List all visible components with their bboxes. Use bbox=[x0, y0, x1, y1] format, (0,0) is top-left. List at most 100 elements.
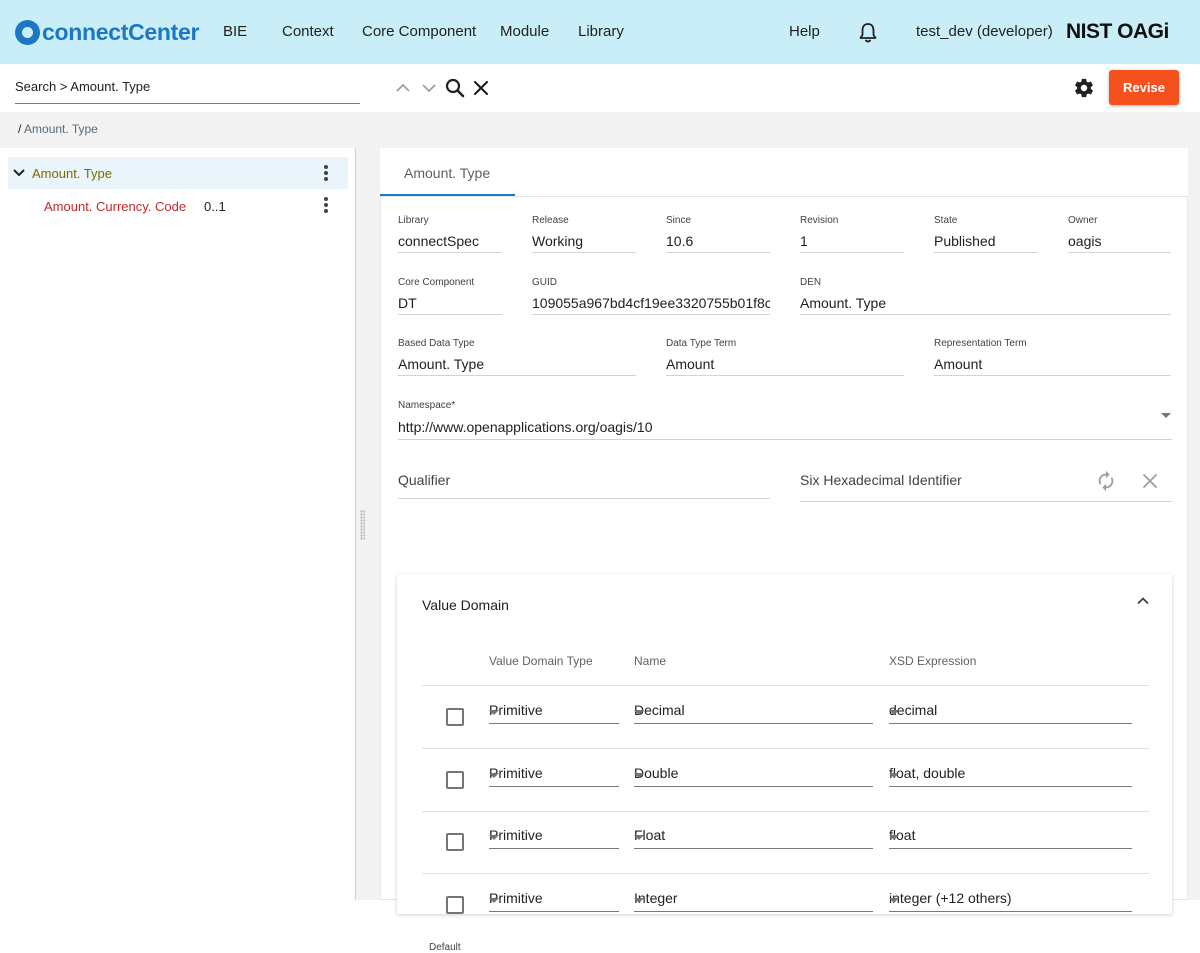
representation-term-field[interactable]: Representation Term Amount bbox=[934, 338, 1171, 376]
row-checkbox[interactable] bbox=[446, 833, 464, 851]
tab-amount-type[interactable]: Amount. Type bbox=[380, 148, 515, 196]
dropdown-arrow-icon bbox=[889, 710, 899, 715]
den-field[interactable]: DEN Amount. Type bbox=[800, 277, 1171, 315]
library-value: connectSpec bbox=[398, 233, 479, 249]
chevron-up-icon[interactable] bbox=[1135, 593, 1151, 609]
refresh-icon[interactable] bbox=[1095, 470, 1117, 492]
breadcrumb-separator: / bbox=[18, 122, 22, 136]
value-domain-panel: Value Domain Value Domain Type Name XSD … bbox=[397, 574, 1172, 953]
breadcrumb-current[interactable]: Amount. Type bbox=[24, 122, 98, 136]
core-component-label: Core Component bbox=[398, 277, 475, 288]
core-component-field[interactable]: Core Component DT bbox=[398, 277, 502, 315]
column-header-name[interactable]: Name bbox=[634, 654, 666, 668]
tree-node-root[interactable]: Amount. Type bbox=[8, 157, 348, 189]
namespace-value: http://www.openapplications.org/oagis/10 bbox=[398, 419, 653, 435]
name-select[interactable]: Decimal bbox=[634, 702, 873, 724]
tree-node-child-label: Amount. Currency. Code bbox=[44, 199, 187, 214]
more-vert-icon[interactable] bbox=[324, 165, 328, 181]
search-icon[interactable] bbox=[444, 77, 466, 99]
gear-icon[interactable] bbox=[1073, 77, 1095, 99]
value-domain-type-select[interactable]: Primitive bbox=[489, 765, 619, 787]
dropdown-arrow-icon bbox=[889, 773, 899, 778]
breadcrumb: / Amount. Type bbox=[0, 112, 1200, 148]
value-domain-type-select[interactable]: Primitive bbox=[489, 827, 619, 849]
namespace-label: Namespace* bbox=[398, 400, 456, 411]
nav-item-help[interactable]: Help bbox=[789, 23, 820, 40]
xsd-expression-select[interactable]: float, double bbox=[889, 765, 1132, 787]
clear-icon[interactable] bbox=[1140, 471, 1160, 491]
nav-item-library[interactable]: Library bbox=[578, 23, 624, 40]
close-icon[interactable] bbox=[470, 77, 492, 99]
release-value: Working bbox=[532, 233, 584, 249]
top-nav: connectCenter BIE Context Core Component… bbox=[0, 0, 1200, 64]
row-checkbox[interactable] bbox=[446, 896, 464, 914]
since-field[interactable]: Since 10.6 bbox=[666, 215, 770, 253]
data-type-term-value: Amount bbox=[666, 356, 715, 372]
library-field[interactable]: Library connectSpec bbox=[398, 215, 502, 253]
bell-icon[interactable] bbox=[858, 22, 878, 44]
expand-chevron-icon[interactable] bbox=[12, 166, 26, 180]
core-component-value: DT bbox=[398, 295, 417, 311]
dropdown-arrow-icon bbox=[634, 835, 644, 840]
based-data-type-field[interactable]: Based Data Type Amount. Type bbox=[398, 338, 636, 376]
since-label: Since bbox=[666, 215, 692, 226]
nav-item-context[interactable]: Context bbox=[282, 23, 334, 40]
nav-item-module[interactable]: Module bbox=[500, 23, 549, 40]
release-field[interactable]: Release Working bbox=[532, 215, 636, 253]
den-label: DEN bbox=[800, 277, 822, 288]
qualifier-input[interactable]: Qualifier bbox=[398, 465, 770, 499]
owner-field[interactable]: Owner oagis bbox=[1068, 215, 1171, 253]
xsd-expression-select[interactable]: float bbox=[889, 827, 1132, 849]
revise-button[interactable]: Revise bbox=[1109, 70, 1179, 105]
state-field[interactable]: State Published bbox=[934, 215, 1038, 253]
more-vert-icon[interactable] bbox=[324, 197, 328, 213]
tree-node-child[interactable]: Amount. Currency. Code 0..1 bbox=[8, 190, 348, 222]
owner-value: oagis bbox=[1068, 233, 1102, 249]
revision-value: 1 bbox=[800, 233, 808, 249]
dropdown-arrow-icon bbox=[489, 835, 499, 840]
dropdown-arrow-icon bbox=[889, 835, 899, 840]
six-hex-identifier-input[interactable]: Six Hexadecimal Identifier bbox=[800, 465, 1172, 502]
namespace-select[interactable]: Namespace* http://www.openapplications.o… bbox=[398, 400, 1172, 440]
guid-field[interactable]: GUID 109055a967bd4cf19ee3320755b01f8c bbox=[532, 277, 770, 315]
brand-name: connectCenter bbox=[42, 19, 200, 45]
nav-item-core-component[interactable]: Core Component bbox=[362, 23, 476, 40]
row-checkbox[interactable] bbox=[446, 708, 464, 726]
value-domain-type-select[interactable]: Primitive bbox=[489, 702, 619, 724]
release-label: Release bbox=[532, 215, 569, 226]
xsd-expression-select[interactable]: integer (+12 others) bbox=[889, 890, 1132, 912]
representation-term-label: Representation Term bbox=[934, 338, 1027, 349]
column-header-xsd[interactable]: XSD Expression bbox=[889, 654, 976, 668]
name-select[interactable]: Double bbox=[634, 765, 873, 787]
component-tree: Amount. Type Amount. Currency. Code 0..1 bbox=[0, 148, 356, 900]
chevron-down-icon[interactable] bbox=[418, 77, 440, 99]
tab-label: Amount. Type bbox=[404, 165, 491, 181]
column-header-type[interactable]: Value Domain Type bbox=[489, 654, 593, 668]
revision-field[interactable]: Revision 1 bbox=[800, 215, 904, 253]
search-input[interactable]: Search > Amount. Type bbox=[15, 78, 360, 104]
brand-logo[interactable]: connectCenter bbox=[15, 19, 199, 46]
data-type-term-field[interactable]: Data Type Term Amount bbox=[666, 338, 904, 376]
value-domain-type-select[interactable]: Primitive bbox=[489, 890, 619, 912]
data-type-term-label: Data Type Term bbox=[666, 338, 737, 349]
dropdown-arrow-icon bbox=[634, 710, 644, 715]
name-select[interactable]: Integer bbox=[634, 890, 873, 912]
dropdown-arrow-icon[interactable] bbox=[1161, 413, 1171, 418]
library-label: Library bbox=[398, 215, 429, 226]
chevron-up-icon[interactable] bbox=[392, 77, 414, 99]
dropdown-arrow-icon bbox=[489, 898, 499, 903]
nav-item-bie[interactable]: BIE bbox=[223, 23, 247, 40]
select-value: integer (+12 others) bbox=[889, 890, 1012, 906]
nist-oagi-logo: NIST OAGi bbox=[1066, 20, 1169, 43]
value-domain-title: Value Domain bbox=[422, 597, 509, 613]
state-label: State bbox=[934, 215, 958, 226]
owner-label: Owner bbox=[1068, 215, 1098, 226]
user-menu[interactable]: test_dev (developer) bbox=[916, 23, 1053, 40]
brand-icon bbox=[15, 20, 40, 45]
xsd-expression-select[interactable]: decimal bbox=[889, 702, 1132, 724]
detail-card: Library connectSpec Release Working Sinc… bbox=[380, 196, 1188, 953]
den-value: Amount. Type bbox=[800, 295, 887, 311]
drag-handle-icon[interactable] bbox=[360, 510, 365, 540]
row-checkbox[interactable] bbox=[446, 771, 464, 789]
name-select[interactable]: Float bbox=[634, 827, 873, 849]
